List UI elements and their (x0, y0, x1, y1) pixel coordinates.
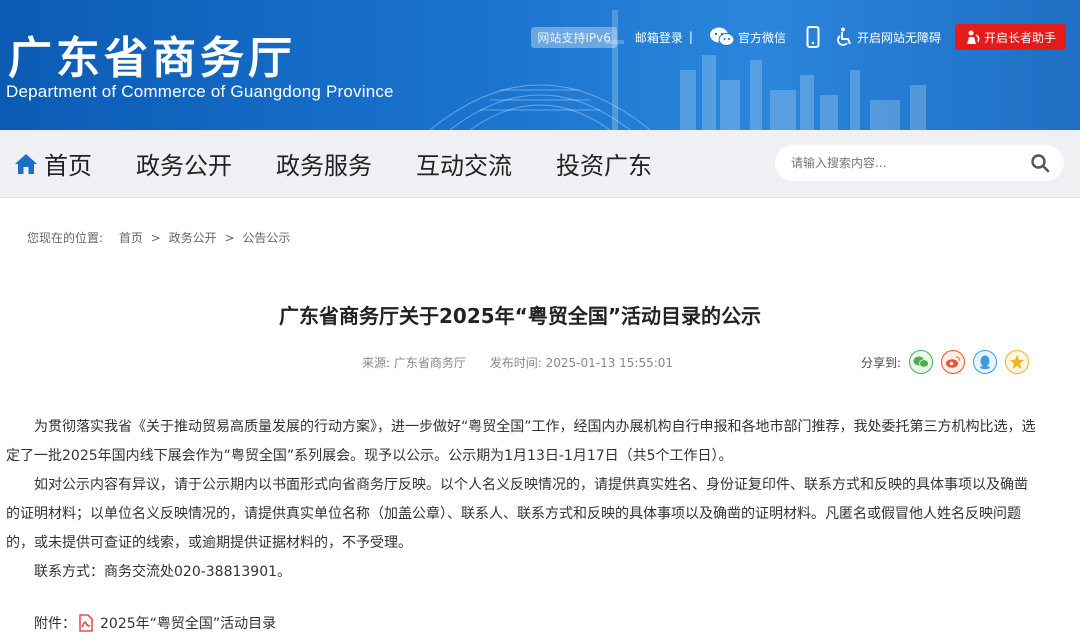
nav-item-interaction[interactable]: 互动交流 (416, 146, 512, 181)
qq-icon (980, 355, 991, 370)
nav-item-invest[interactable]: 投资广东 (556, 146, 652, 181)
elder-assistant-button[interactable]: 开启长者助手 (954, 24, 1066, 50)
wechat-icon (709, 27, 735, 46)
search-input[interactable] (789, 155, 1030, 171)
skyline-decoration (429, 10, 926, 130)
pdf-icon (79, 614, 93, 632)
elder-icon (966, 30, 980, 44)
search-box (775, 145, 1064, 181)
nav-item-gov-services[interactable]: 政务服务 (276, 146, 372, 181)
weibo-icon (946, 356, 961, 368)
nav-item-home[interactable]: 首页 (14, 146, 92, 181)
ipv6-badge: 网站支持IPv6 (531, 26, 617, 48)
accessibility-link[interactable]: 开启网站无障碍 (836, 27, 941, 47)
breadcrumb-prefix: 您现在的位置: (27, 231, 104, 245)
share-qzone-button[interactable] (1005, 350, 1030, 374)
share-label: 分享到: (861, 355, 902, 370)
breadcrumb-sep: > (224, 231, 235, 245)
home-icon (15, 153, 37, 174)
mobile-phone-icon (806, 26, 820, 48)
wechat-link[interactable]: 官方微信 (709, 26, 786, 48)
paragraph: 如对公示内容有异议，请于公示期内以书面形式向省商务厅反映。以个人名义反映情况的，… (6, 477, 1028, 551)
share-bar: 分享到: (861, 350, 1030, 374)
share-weibo-button[interactable] (941, 350, 966, 374)
wheelchair-icon (837, 27, 851, 46)
source-value: 广东省商务厅 (393, 356, 466, 370)
article-title: 广东省商务厅关于2025年“粤贸全国”活动目录的公示 (279, 304, 761, 328)
header-banner: 广东省商务厅 Department of Commerce of Guangdo… (0, 0, 1080, 130)
wechat-label: 官方微信 (737, 30, 786, 45)
share-qq-button[interactable] (973, 350, 998, 374)
breadcrumb-gov-affairs[interactable]: 政务公开 (169, 231, 217, 245)
attachment: 附件： 2025年“粤贸全国”活动目录 (34, 613, 276, 633)
breadcrumb-sep: > (150, 231, 161, 245)
star-icon (1010, 355, 1025, 369)
breadcrumb-notices[interactable]: 公告公示 (242, 231, 290, 245)
top-separator: | (688, 30, 693, 44)
source-label: 来源: (362, 356, 391, 370)
publish-label: 发布时间: (489, 356, 542, 370)
breadcrumb-home[interactable]: 首页 (119, 231, 143, 245)
paragraph: 联系方式：商务交流处020-38813901。 (34, 564, 292, 580)
search-icon[interactable] (1030, 153, 1050, 173)
publish-time: 2025-01-13 15:55:01 (545, 356, 674, 370)
accessibility-label: 开启网站无障碍 (856, 30, 941, 45)
article-meta: 来源: 广东省商务厅 发布时间: 2025-01-13 15:55:01 (362, 354, 673, 371)
elder-label: 开启长者助手 (983, 30, 1056, 45)
nav-label-home: 首页 (44, 152, 92, 180)
share-wechat-button[interactable] (909, 350, 934, 374)
main-nav: 首页 政务公开 政务服务 互动交流 投资广东 (0, 130, 1080, 198)
site-title-en: Department of Commerce of Guangdong Prov… (6, 82, 394, 101)
site-title-cn: 广东省商务厅 (8, 33, 296, 84)
attachment-link[interactable]: 2025年“粤贸全国”活动目录 (100, 613, 276, 633)
nav-item-gov-affairs[interactable]: 政务公开 (136, 146, 232, 181)
article-body: 为贯彻落实我省《关于推动贸易高质量发展的行动方案》，进一步做好“粤贸全国”工作，… (6, 413, 1040, 587)
mail-login-link[interactable]: 邮箱登录 (635, 29, 683, 46)
mobile-link[interactable] (806, 26, 820, 48)
paragraph: 为贯彻落实我省《关于推动贸易高质量发展的行动方案》，进一步做好“粤贸全国”工作，… (6, 419, 1036, 464)
breadcrumb: 您现在的位置: 首页 > 政务公开 > 公告公示 (27, 229, 294, 246)
top-links: 网站支持IPv6 邮箱登录 | 官方微信 开启网站无障碍 开启长者助手 (531, 24, 1066, 50)
attachment-label: 附件： (34, 616, 76, 632)
wechat-icon (913, 356, 929, 368)
